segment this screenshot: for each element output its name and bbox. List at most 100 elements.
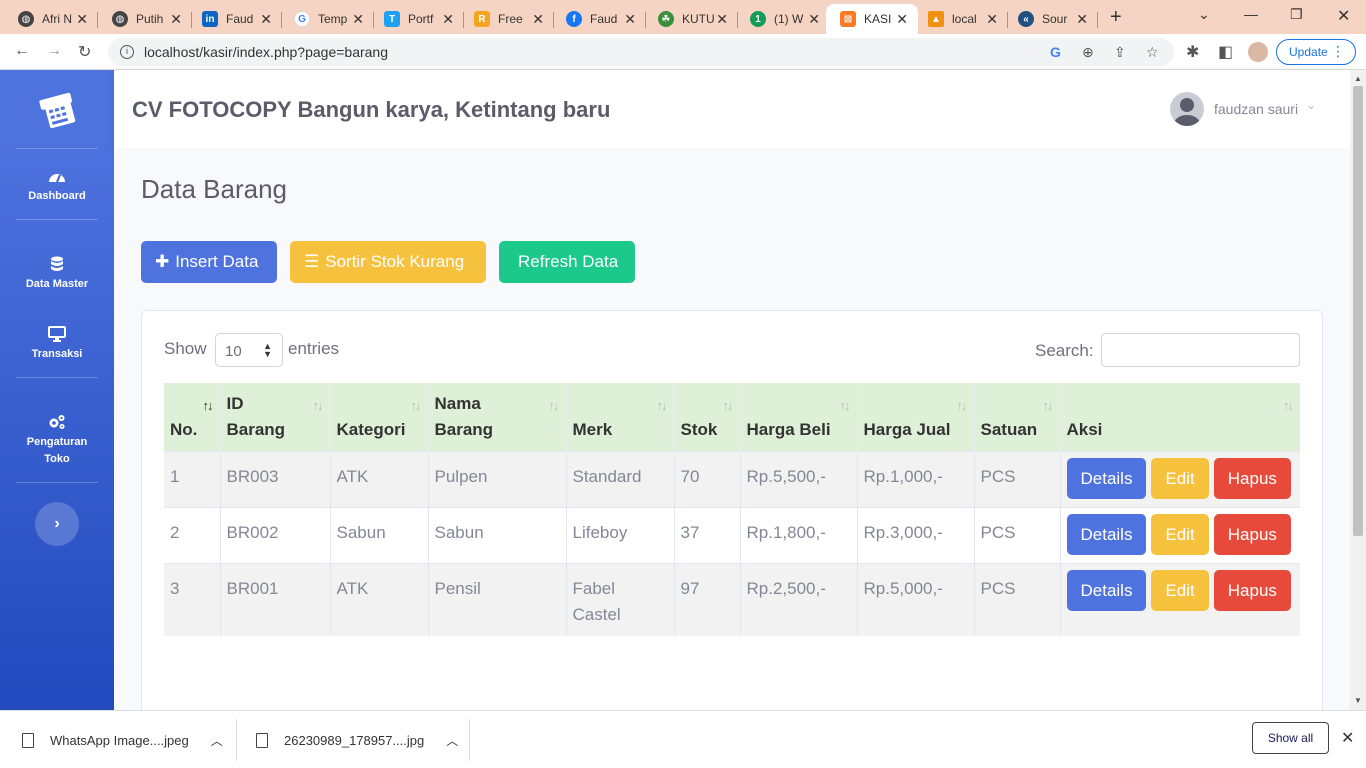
chevron-up-icon[interactable]: ︿ — [446, 732, 458, 749]
column-header-no[interactable]: ↑↓ No. — [164, 383, 221, 452]
browser-tab[interactable]: ☘ KUTU ✕ — [644, 4, 738, 34]
sidebar-item-transaksi[interactable]: Transaksi — [0, 326, 114, 363]
edit-button[interactable]: Edit — [1151, 514, 1209, 555]
close-tab-icon[interactable]: ✕ — [352, 11, 364, 28]
browser-tab[interactable]: ◍ Afri N ✕ — [4, 4, 98, 34]
browser-tab[interactable]: in Faud ✕ — [188, 4, 282, 34]
zoom-icon[interactable]: ⊕ — [1082, 44, 1094, 61]
delete-button[interactable]: Hapus — [1213, 570, 1291, 611]
chevron-up-icon[interactable]: ︿ — [211, 732, 223, 749]
refresh-data-button[interactable]: Refresh Data — [499, 241, 635, 283]
cell-id: BR003 — [220, 451, 331, 508]
edit-button[interactable]: Edit — [1151, 570, 1209, 611]
sidebar-item-dashboard[interactable]: Dashboard — [0, 168, 114, 205]
column-header-id[interactable]: ↑↓ ID Barang — [220, 383, 331, 452]
close-tab-icon[interactable]: ✕ — [624, 11, 636, 28]
menu-dots-icon[interactable]: ⋮ — [1331, 43, 1345, 60]
browser-tab[interactable]: 1 (1) W ✕ — [736, 4, 830, 34]
column-header-harga-beli[interactable]: ↑↓ Harga Beli — [740, 383, 858, 452]
page-length-select[interactable]: 10 ▲ ▼ — [215, 333, 283, 367]
extensions-icon[interactable]: ✱ — [1186, 42, 1199, 62]
browser-tab[interactable]: G Temp ✕ — [280, 4, 374, 34]
cell-aksi: Details Edit Hapus — [1060, 451, 1300, 508]
details-button[interactable]: Details — [1066, 514, 1147, 555]
site-info-icon[interactable]: i — [120, 45, 134, 59]
scrollbar-thumb[interactable] — [1353, 86, 1363, 536]
sort-stock-button[interactable]: ☰ Sortir Stok Kurang — [290, 241, 486, 283]
close-tab-icon[interactable]: ✕ — [532, 11, 544, 28]
details-button[interactable]: Details — [1066, 570, 1147, 611]
column-header-nama[interactable]: ↑↓ Nama Barang — [428, 383, 567, 452]
bookmark-star-icon[interactable]: ☆ — [1146, 44, 1159, 61]
sidebar-item-pengaturan-toko[interactable]: Pengaturan Toko — [0, 414, 114, 468]
tab-search-chevron-icon[interactable]: ⌄ — [1198, 6, 1210, 23]
close-tab-icon[interactable]: ✕ — [170, 11, 182, 28]
show-label: Show — [164, 339, 207, 358]
side-panel-icon[interactable]: ◧ — [1218, 42, 1233, 62]
edit-button[interactable]: Edit — [1151, 458, 1209, 499]
column-header-stok[interactable]: ↑↓ Stok — [674, 383, 741, 452]
scroll-down-icon[interactable]: ▼ — [1354, 696, 1362, 705]
close-tab-icon[interactable]: ✕ — [1076, 11, 1088, 28]
column-header-kategori[interactable]: ↑↓ Kategori — [330, 383, 429, 452]
close-window-icon[interactable]: ✕ — [1337, 6, 1350, 26]
profile-avatar-icon[interactable] — [1248, 42, 1268, 62]
back-icon[interactable]: ← — [14, 42, 30, 60]
table-header-row: ↑↓ No. ↑↓ ID Barang ↑↓ Kategori ↑↓ Nama Bara… — [164, 383, 1300, 452]
details-button[interactable]: Details — [1066, 458, 1147, 499]
browser-tab[interactable]: R Free ✕ — [460, 4, 554, 34]
user-name[interactable]: faudzan sauri — [1214, 101, 1298, 117]
search-input[interactable] — [1101, 333, 1300, 367]
forward-icon[interactable]: → — [46, 42, 62, 60]
browser-tab[interactable]: ▲ local ✕ — [914, 4, 1008, 34]
close-tab-icon[interactable]: ✕ — [808, 11, 820, 28]
chevron-right-icon: › — [54, 515, 60, 532]
update-button[interactable]: Update ⋮ — [1276, 39, 1356, 65]
download-item[interactable]: WhatsApp Image....jpeg ︿ — [22, 711, 223, 768]
reload-icon[interactable]: ↻ — [78, 42, 91, 62]
page-scrollbar[interactable]: ▲ ▼ — [1350, 70, 1366, 710]
facebook-icon: f — [566, 11, 582, 27]
chevron-down-icon[interactable]: ⌄ — [1306, 98, 1316, 112]
cell-nama: Pensil — [428, 563, 567, 636]
sidebar-toggle-button[interactable]: › — [35, 502, 79, 546]
insert-data-button[interactable]: ✚ Insert Data — [141, 241, 277, 283]
cash-register-icon[interactable] — [38, 90, 78, 130]
browser-tab[interactable]: T Portf ✕ — [370, 4, 464, 34]
list-icon: ☰ — [304, 252, 320, 271]
close-tab-icon[interactable]: ✕ — [896, 11, 908, 28]
data-table-card: Show 10 ▲ ▼ entries Search: ↑↓ No. ↑↓ ID Ba… — [141, 310, 1323, 710]
share-icon[interactable]: ⇪ — [1114, 44, 1126, 61]
column-header-harga-jual[interactable]: ↑↓ Harga Jual — [857, 383, 975, 452]
show-all-downloads-button[interactable]: Show all — [1252, 722, 1329, 754]
browser-tab[interactable]: f Faud ✕ — [552, 4, 646, 34]
column-header-merk[interactable]: ↑↓ Merk — [566, 383, 675, 452]
google-icon: G — [294, 11, 310, 27]
sort-icon: ↑↓ — [312, 398, 324, 413]
scroll-up-icon[interactable]: ▲ — [1354, 74, 1362, 83]
new-tab-icon[interactable]: + — [1110, 6, 1122, 29]
download-item[interactable]: 26230989_178957....jpg ︿ — [256, 711, 458, 768]
sourcetree-icon: « — [1018, 11, 1034, 27]
plus-icon: ✚ — [155, 252, 170, 271]
close-tab-icon[interactable]: ✕ — [260, 11, 272, 28]
user-avatar[interactable] — [1170, 92, 1204, 126]
browser-tab-active[interactable]: ⊠ KASI ✕ — [826, 4, 918, 34]
address-bar[interactable]: i localhost/kasir/index.php?page=barang … — [108, 38, 1174, 66]
restore-icon[interactable]: ❐ — [1290, 6, 1303, 23]
delete-button[interactable]: Hapus — [1213, 514, 1291, 555]
browser-tab[interactable]: « Sour ✕ — [1004, 4, 1098, 34]
google-lens-icon[interactable]: G — [1050, 44, 1061, 60]
close-tab-icon[interactable]: ✕ — [716, 11, 728, 28]
delete-button[interactable]: Hapus — [1213, 458, 1291, 499]
close-tab-icon[interactable]: ✕ — [76, 11, 88, 28]
sidebar-item-data-master[interactable]: Data Master — [0, 256, 114, 293]
close-download-bar-icon[interactable]: ✕ — [1341, 728, 1354, 748]
column-header-aksi[interactable]: ↑↓ Aksi — [1060, 383, 1300, 452]
main-content: Data Barang ✚ Insert Data ☰ Sortir Stok … — [114, 148, 1350, 710]
close-tab-icon[interactable]: ✕ — [986, 11, 998, 28]
close-tab-icon[interactable]: ✕ — [442, 11, 454, 28]
minimize-icon[interactable]: — — [1244, 6, 1258, 22]
browser-tab[interactable]: ◍ Putih ✕ — [98, 4, 192, 34]
column-header-satuan[interactable]: ↑↓ Satuan — [974, 383, 1061, 452]
